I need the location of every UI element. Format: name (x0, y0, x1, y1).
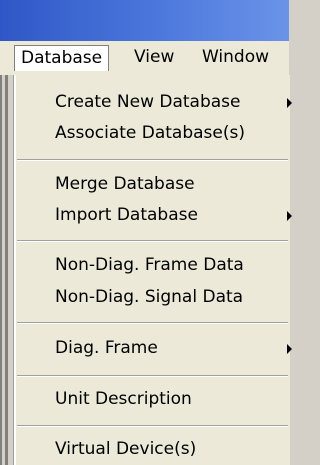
menu-item-label: Create New Database (55, 92, 241, 112)
menu-separator (17, 322, 288, 324)
menu-item-non-diag-signal-data[interactable]: Non-Diag. Signal Data (15, 283, 290, 311)
menu-item-label: Virtual Device(s) (55, 439, 197, 459)
menu-separator (17, 375, 288, 377)
menu-item-diag-frame[interactable]: Diag. Frame (15, 334, 292, 362)
menu-item-associate-database[interactable]: Associate Database(s) (15, 119, 290, 147)
window-titlebar (0, 0, 289, 41)
menu-item-label: Merge Database (55, 174, 195, 194)
menu-view[interactable]: View (128, 45, 180, 70)
menu-window[interactable]: Window (196, 45, 275, 70)
submenu-arrow-icon (287, 98, 292, 108)
database-dropdown-menu: Create New Database Associate Database(s… (14, 75, 292, 465)
menu-item-create-new-database[interactable]: Create New Database (15, 88, 292, 116)
menu-item-virtual-devices[interactable]: Virtual Device(s) (15, 435, 290, 463)
menu-database[interactable]: Database (14, 45, 110, 71)
menu-item-unit-description[interactable]: Unit Description (15, 385, 290, 413)
menu-item-label: Unit Description (55, 389, 192, 409)
menu-item-import-database[interactable]: Import Database (15, 201, 292, 229)
submenu-arrow-icon (287, 211, 292, 221)
menu-item-label: Non-Diag. Signal Data (55, 287, 244, 307)
menu-item-label: Diag. Frame (55, 338, 158, 358)
menu-separator (17, 159, 288, 161)
submenu-arrow-icon (287, 344, 292, 354)
menu-item-merge-database[interactable]: Merge Database (15, 170, 290, 198)
menu-bar: Database View Window (0, 41, 289, 75)
menu-item-non-diag-frame-data[interactable]: Non-Diag. Frame Data (15, 251, 290, 279)
menu-separator (17, 425, 288, 427)
menu-item-label: Associate Database(s) (55, 123, 245, 143)
menu-item-label: Non-Diag. Frame Data (55, 255, 244, 275)
window-left-border (0, 75, 8, 465)
menu-item-label: Import Database (55, 205, 198, 225)
menu-separator (17, 240, 288, 242)
